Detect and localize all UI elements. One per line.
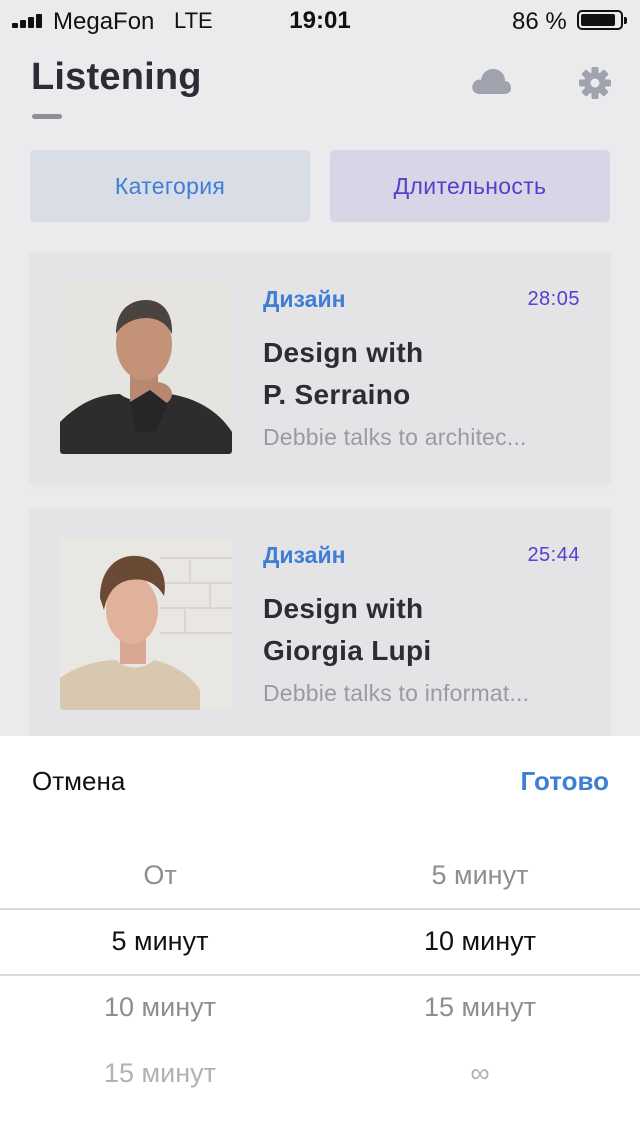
picker-option[interactable]: 15 минут — [320, 992, 640, 1023]
battery-icon — [577, 10, 627, 30]
title-underline — [32, 114, 62, 119]
battery-percentage: 86 % — [512, 8, 567, 35]
episode-description: Debbie talks to architec... — [263, 424, 527, 450]
episode-title: Design with P. Serraino — [263, 337, 424, 410]
picker-option[interactable]: От — [0, 860, 320, 891]
episode-duration: 25:44 — [527, 544, 580, 566]
category-filter-button[interactable]: Категория — [30, 150, 310, 222]
episode-thumbnail — [60, 282, 232, 454]
episode-category: Дизайн — [263, 286, 346, 312]
picker-selected-option[interactable]: 5 минут — [0, 926, 320, 957]
duration-filter-button[interactable]: Длительность — [330, 150, 610, 222]
episode-duration: 28:05 — [527, 288, 580, 310]
status-bar: MegaFon LTE 19:01 86 % — [0, 0, 640, 40]
picker-option[interactable]: 10 минут — [0, 992, 320, 1023]
picker-option[interactable]: 15 минут — [0, 1058, 320, 1089]
cloud-icon[interactable] — [470, 64, 512, 98]
picker-option[interactable]: ∞ — [320, 1058, 640, 1089]
episode-description: Debbie talks to informat... — [263, 680, 530, 706]
picker-selected-option[interactable]: 10 минут — [320, 926, 640, 957]
episode-title: Design with Giorgia Lupi — [263, 593, 432, 666]
episode-category: Дизайн — [263, 542, 346, 568]
picker-option[interactable]: 5 минут — [320, 860, 640, 891]
episode-card[interactable]: Дизайн 28:05 Design with P. Serraino Deb… — [30, 252, 610, 484]
picker-to-wheel[interactable]: 5 минут 10 минут 15 минут ∞ — [320, 736, 640, 1136]
episode-card[interactable]: Дизайн 25:44 Design with Giorgia Lupi De… — [30, 508, 610, 740]
gear-icon[interactable] — [578, 66, 612, 100]
duration-picker-sheet: Отмена Готово От 5 минут 10 минут 15 мин… — [0, 736, 640, 1136]
episode-thumbnail — [60, 538, 232, 710]
picker-from-wheel[interactable]: От 5 минут 10 минут 15 минут — [0, 736, 320, 1136]
page-title: Listening — [31, 56, 202, 98]
